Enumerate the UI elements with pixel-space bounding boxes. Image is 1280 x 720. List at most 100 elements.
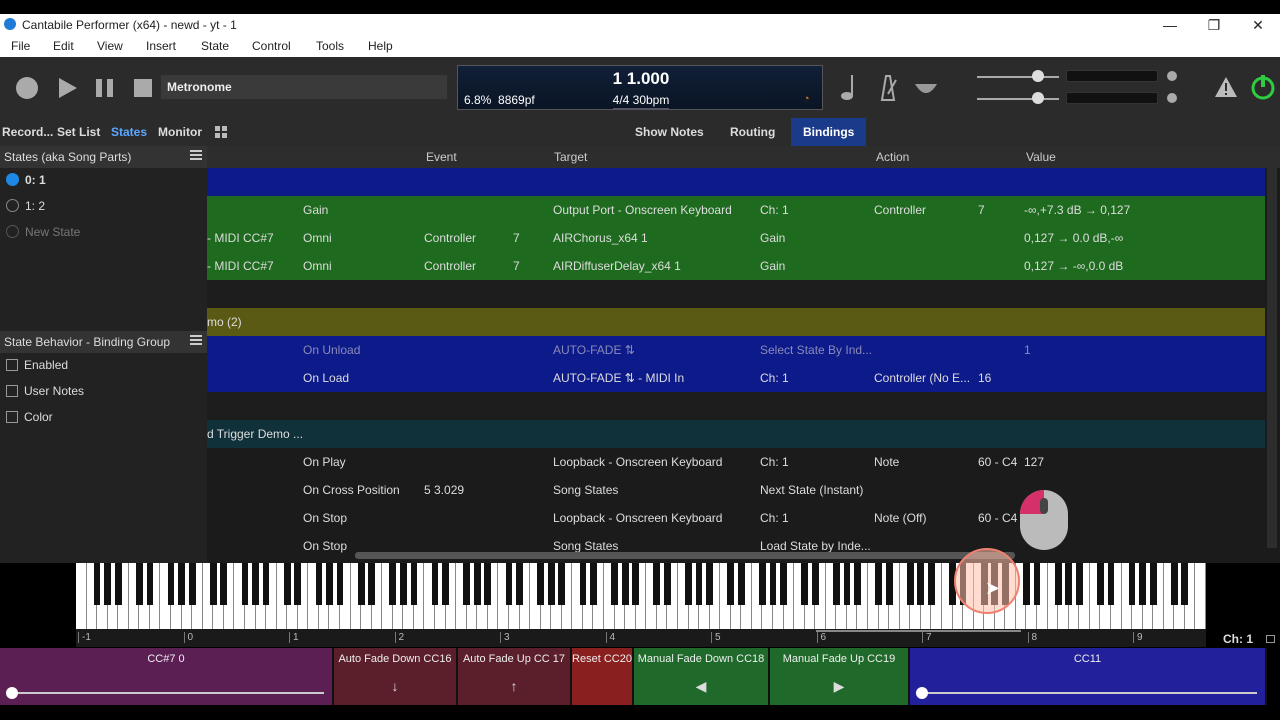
black-key[interactable] bbox=[832, 563, 840, 605]
black-key[interactable] bbox=[695, 563, 703, 605]
metronome-slot[interactable]: Metronome bbox=[161, 75, 447, 99]
play-button[interactable] bbox=[54, 75, 80, 101]
slider-knob[interactable] bbox=[916, 687, 928, 699]
menu-control[interactable]: Control bbox=[252, 39, 291, 53]
black-key[interactable] bbox=[780, 563, 787, 605]
black-key[interactable] bbox=[1139, 563, 1146, 605]
pause-button[interactable] bbox=[92, 75, 118, 101]
close-button[interactable]: ✕ bbox=[1236, 14, 1280, 36]
black-key[interactable] bbox=[917, 563, 925, 605]
black-key[interactable] bbox=[505, 563, 513, 605]
black-key[interactable] bbox=[843, 563, 851, 605]
menu-state[interactable]: State bbox=[201, 39, 229, 53]
white-key[interactable] bbox=[76, 563, 87, 629]
menu-insert[interactable]: Insert bbox=[146, 39, 176, 53]
channel-label[interactable]: Ch: 1 bbox=[1223, 632, 1253, 646]
black-key[interactable] bbox=[410, 563, 418, 605]
black-key[interactable] bbox=[1033, 563, 1041, 605]
binding-row[interactable]: On Cross Position 5 3.029 Song States Next … bbox=[207, 476, 1265, 504]
black-key[interactable] bbox=[178, 563, 185, 605]
tab-states[interactable]: States bbox=[111, 125, 147, 139]
white-key[interactable] bbox=[1195, 563, 1206, 629]
tab-bindings[interactable]: Bindings bbox=[791, 118, 867, 146]
black-key[interactable] bbox=[400, 563, 407, 605]
black-key[interactable] bbox=[357, 563, 365, 605]
black-key[interactable] bbox=[114, 563, 122, 605]
tab-recordings[interactable]: Record... bbox=[2, 125, 53, 139]
black-key[interactable] bbox=[706, 563, 713, 605]
black-key[interactable] bbox=[632, 563, 640, 605]
black-key[interactable] bbox=[1075, 563, 1083, 605]
binding-row[interactable]: - MIDI CC#7 Omni Controller 7 AIRChorus_x64 … bbox=[207, 224, 1265, 252]
col-action[interactable]: Action bbox=[876, 150, 909, 164]
col-value[interactable]: Value bbox=[1026, 150, 1056, 164]
binding-row[interactable]: On Stop Loopback - Onscreen Keyboard Ch: 1… bbox=[207, 504, 1265, 532]
slider-knob[interactable] bbox=[6, 687, 18, 699]
group-row[interactable]: d Trigger Demo ... bbox=[207, 420, 1265, 448]
minimize-button[interactable]: — bbox=[1148, 14, 1192, 36]
black-key[interactable] bbox=[252, 563, 259, 605]
vertical-scrollbar[interactable] bbox=[1267, 168, 1277, 548]
warning-icon[interactable] bbox=[1214, 76, 1238, 101]
black-key[interactable] bbox=[315, 563, 323, 605]
master-volume-slider[interactable] bbox=[977, 76, 1059, 78]
master-volume-knob[interactable] bbox=[1032, 70, 1044, 82]
black-key[interactable] bbox=[801, 563, 809, 605]
black-key[interactable] bbox=[93, 563, 101, 605]
grid-view-icon[interactable] bbox=[215, 126, 227, 141]
state-item[interactable]: 1: 2 bbox=[0, 194, 207, 220]
bowl-icon[interactable] bbox=[913, 76, 939, 103]
col-event[interactable]: Event bbox=[426, 150, 457, 164]
black-key[interactable] bbox=[473, 563, 481, 605]
black-key[interactable] bbox=[188, 563, 196, 605]
new-state-item[interactable]: New State bbox=[0, 220, 207, 246]
black-key[interactable] bbox=[590, 563, 597, 605]
tab-set-list[interactable]: Set List bbox=[57, 125, 100, 139]
state-item[interactable]: 0: 1 bbox=[0, 168, 207, 194]
behavior-menu-icon[interactable] bbox=[190, 334, 202, 349]
master-level-slider[interactable] bbox=[977, 98, 1059, 100]
black-key[interactable] bbox=[664, 563, 671, 605]
black-key[interactable] bbox=[1107, 563, 1115, 605]
black-key[interactable] bbox=[241, 563, 249, 605]
tab-routing[interactable]: Routing bbox=[718, 118, 787, 146]
note-icon[interactable] bbox=[840, 72, 862, 105]
black-key[interactable] bbox=[621, 563, 629, 605]
slider-track[interactable] bbox=[920, 692, 1257, 694]
group-row[interactable] bbox=[207, 168, 1265, 196]
menu-edit[interactable]: Edit bbox=[53, 39, 74, 53]
black-key[interactable] bbox=[135, 563, 143, 605]
binding-row[interactable]: On Play Loopback - Onscreen Keyboard Ch: 1… bbox=[207, 448, 1265, 476]
black-key[interactable] bbox=[442, 563, 449, 605]
power-icon[interactable] bbox=[1250, 74, 1276, 103]
black-key[interactable] bbox=[389, 563, 397, 605]
tab-monitor[interactable]: Monitor bbox=[158, 125, 202, 139]
black-key[interactable] bbox=[463, 563, 471, 605]
black-key[interactable] bbox=[885, 563, 893, 605]
binding-button[interactable]: Reset CC20 bbox=[572, 648, 634, 705]
horizontal-scrollbar[interactable] bbox=[355, 552, 1015, 559]
black-key[interactable] bbox=[928, 563, 935, 605]
black-key[interactable] bbox=[336, 563, 344, 605]
col-target[interactable]: Target bbox=[554, 150, 587, 164]
restore-button[interactable]: ❐ bbox=[1192, 14, 1236, 36]
black-key[interactable] bbox=[558, 563, 566, 605]
binding-row[interactable] bbox=[207, 392, 1265, 420]
black-key[interactable] bbox=[431, 563, 439, 605]
user-notes-checkbox[interactable]: User Notes bbox=[0, 379, 207, 405]
black-key[interactable] bbox=[653, 563, 661, 605]
black-key[interactable] bbox=[1170, 563, 1178, 605]
binding-button[interactable]: Auto Fade Up CC 17 ↑ bbox=[458, 648, 572, 705]
black-key[interactable] bbox=[209, 563, 217, 605]
metronome-icon[interactable] bbox=[876, 72, 900, 105]
black-key[interactable] bbox=[685, 563, 692, 605]
black-key[interactable] bbox=[294, 563, 302, 605]
black-key[interactable] bbox=[875, 563, 882, 605]
black-key[interactable] bbox=[146, 563, 154, 605]
black-key[interactable] bbox=[611, 563, 618, 605]
black-key[interactable] bbox=[167, 563, 175, 605]
black-key[interactable] bbox=[759, 563, 766, 605]
black-key[interactable] bbox=[537, 563, 545, 605]
stop-button[interactable] bbox=[130, 75, 156, 101]
black-key[interactable] bbox=[1181, 563, 1189, 605]
